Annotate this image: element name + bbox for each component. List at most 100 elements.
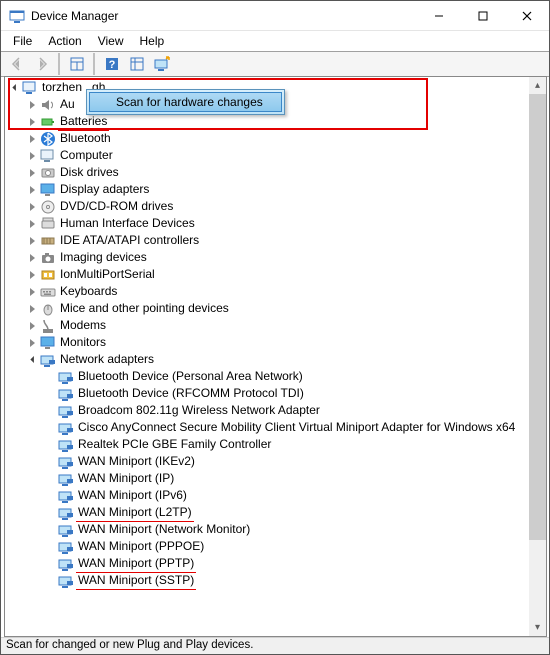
tree-label: Keyboards — [58, 283, 119, 300]
minimize-button[interactable] — [417, 1, 461, 30]
netadapter-icon — [58, 403, 74, 419]
tree-label: Bluetooth Device (RFCOMM Protocol TDI) — [76, 385, 306, 402]
netadapter-icon — [58, 522, 74, 538]
bluetooth-icon — [40, 131, 56, 147]
expander-icon[interactable] — [25, 216, 40, 231]
tree-item-net-wan-l2tp[interactable]: WAN Miniport (L2TP) — [7, 504, 546, 521]
properties-icon[interactable] — [65, 53, 88, 75]
tree-item-batteries[interactable]: Batteries — [7, 113, 546, 130]
hid-icon — [40, 216, 56, 232]
expander-icon[interactable] — [25, 233, 40, 248]
expander-icon[interactable] — [25, 199, 40, 214]
expander-icon[interactable] — [25, 335, 40, 350]
tree-item-net-cisco[interactable]: Cisco AnyConnect Secure Mobility Client … — [7, 419, 546, 436]
tree-label: Human Interface Devices — [58, 215, 197, 232]
svg-text:?: ? — [108, 59, 115, 71]
camera-icon — [40, 250, 56, 266]
menu-view[interactable]: View — [90, 32, 132, 50]
expander-icon[interactable] — [25, 97, 40, 112]
expander-icon[interactable] — [25, 284, 40, 299]
view-icon[interactable] — [125, 53, 148, 75]
device-tree[interactable]: torzhen gh Au Batteries Bluetooth Comput… — [5, 77, 546, 591]
expander-icon[interactable] — [7, 80, 22, 95]
tree-item-net-wan-ipv6[interactable]: WAN Miniport (IPv6) — [7, 487, 546, 504]
tree-item-net-wan-pppoe[interactable]: WAN Miniport (PPPOE) — [7, 538, 546, 555]
help-icon[interactable]: ? — [100, 53, 123, 75]
tree-label: Display adapters — [58, 181, 151, 198]
scroll-down-icon[interactable]: ▾ — [529, 619, 546, 636]
close-button[interactable] — [505, 1, 549, 30]
scan-icon[interactable] — [150, 53, 173, 75]
tree-item-net-realtek[interactable]: Realtek PCIe GBE Family Controller — [7, 436, 546, 453]
tree-label: Modems — [58, 317, 108, 334]
tree-label: IonMultiPortSerial — [58, 266, 157, 283]
network-icon — [40, 352, 56, 368]
menu-help[interactable]: Help — [132, 32, 173, 50]
status-bar: Scan for changed or new Plug and Play de… — [1, 637, 549, 654]
tree-label: Bluetooth Device (Personal Area Network) — [76, 368, 305, 385]
ctx-scan-hardware[interactable]: Scan for hardware changes — [89, 92, 282, 112]
expander-icon[interactable] — [25, 131, 40, 146]
tree-item-dvd[interactable]: DVD/CD-ROM drives — [7, 198, 546, 215]
computer-icon — [40, 148, 56, 164]
toolbar-separator — [58, 53, 60, 75]
tree-item-mice[interactable]: Mice and other pointing devices — [7, 300, 546, 317]
tree-label: Monitors — [58, 334, 108, 351]
tree-item-net-wan-netmon[interactable]: WAN Miniport (Network Monitor) — [7, 521, 546, 538]
menu-action[interactable]: Action — [40, 32, 89, 50]
tree-item-net-bt-rfcomm[interactable]: Bluetooth Device (RFCOMM Protocol TDI) — [7, 385, 546, 402]
tree-label: Mice and other pointing devices — [58, 300, 231, 317]
port-icon — [40, 267, 56, 283]
tree-item-keyboards[interactable]: Keyboards — [7, 283, 546, 300]
title-bar: Device Manager — [1, 1, 549, 31]
expander-icon[interactable] — [25, 114, 40, 129]
scroll-thumb[interactable] — [529, 94, 546, 540]
tree-label: DVD/CD-ROM drives — [58, 198, 175, 215]
netadapter-icon — [58, 386, 74, 402]
expander-icon[interactable] — [25, 267, 40, 282]
ide-icon — [40, 233, 56, 249]
scroll-track[interactable] — [529, 94, 546, 619]
tree-item-ide[interactable]: IDE ATA/ATAPI controllers — [7, 232, 546, 249]
expander-icon[interactable] — [25, 352, 40, 367]
tree-item-ionmulti[interactable]: IonMultiPortSerial — [7, 266, 546, 283]
tree-item-imaging[interactable]: Imaging devices — [7, 249, 546, 266]
expander-icon[interactable] — [25, 165, 40, 180]
tree-label: Imaging devices — [58, 249, 149, 266]
scroll-up-icon[interactable]: ▴ — [529, 77, 546, 94]
tree-label: Batteries — [58, 113, 109, 131]
menu-file[interactable]: File — [5, 32, 40, 50]
netadapter-icon — [58, 420, 74, 436]
tree-item-hid[interactable]: Human Interface Devices — [7, 215, 546, 232]
disk-icon — [40, 165, 56, 181]
tree-item-net-wan-pptp[interactable]: WAN Miniport (PPTP) — [7, 555, 546, 572]
tree-item-net-wan-ip[interactable]: WAN Miniport (IP) — [7, 470, 546, 487]
tree-item-net-bt-pan[interactable]: Bluetooth Device (Personal Area Network) — [7, 368, 546, 385]
tree-label: Computer — [58, 147, 115, 164]
forward-button[interactable] — [30, 53, 53, 75]
tree-item-network[interactable]: Network adapters — [7, 351, 546, 368]
expander-icon[interactable] — [25, 301, 40, 316]
tree-item-bluetooth[interactable]: Bluetooth — [7, 130, 546, 147]
tree-label: Network adapters — [58, 351, 156, 368]
scrollbar-vertical[interactable]: ▴ ▾ — [529, 77, 546, 636]
tree-item-display[interactable]: Display adapters — [7, 181, 546, 198]
expander-icon[interactable] — [25, 148, 40, 163]
tree-item-net-wan-sstp[interactable]: WAN Miniport (SSTP) — [7, 572, 546, 589]
ctx-label: Scan for hardware changes — [116, 95, 263, 109]
tree-item-net-wan-ikev2[interactable]: WAN Miniport (IKEv2) — [7, 453, 546, 470]
back-button[interactable] — [5, 53, 28, 75]
tree-item-monitors[interactable]: Monitors — [7, 334, 546, 351]
tree-label: Disk drives — [58, 164, 121, 181]
netadapter-icon — [58, 369, 74, 385]
expander-icon[interactable] — [25, 318, 40, 333]
tree-item-computer[interactable]: Computer — [7, 147, 546, 164]
tree-item-modems[interactable]: Modems — [7, 317, 546, 334]
expander-icon[interactable] — [25, 182, 40, 197]
tree-item-net-broadcom[interactable]: Broadcom 802.11g Wireless Network Adapte… — [7, 402, 546, 419]
maximize-button[interactable] — [461, 1, 505, 30]
dvd-icon — [40, 199, 56, 215]
tree-label: WAN Miniport (IP) — [76, 470, 176, 487]
tree-item-disk[interactable]: Disk drives — [7, 164, 546, 181]
expander-icon[interactable] — [25, 250, 40, 265]
